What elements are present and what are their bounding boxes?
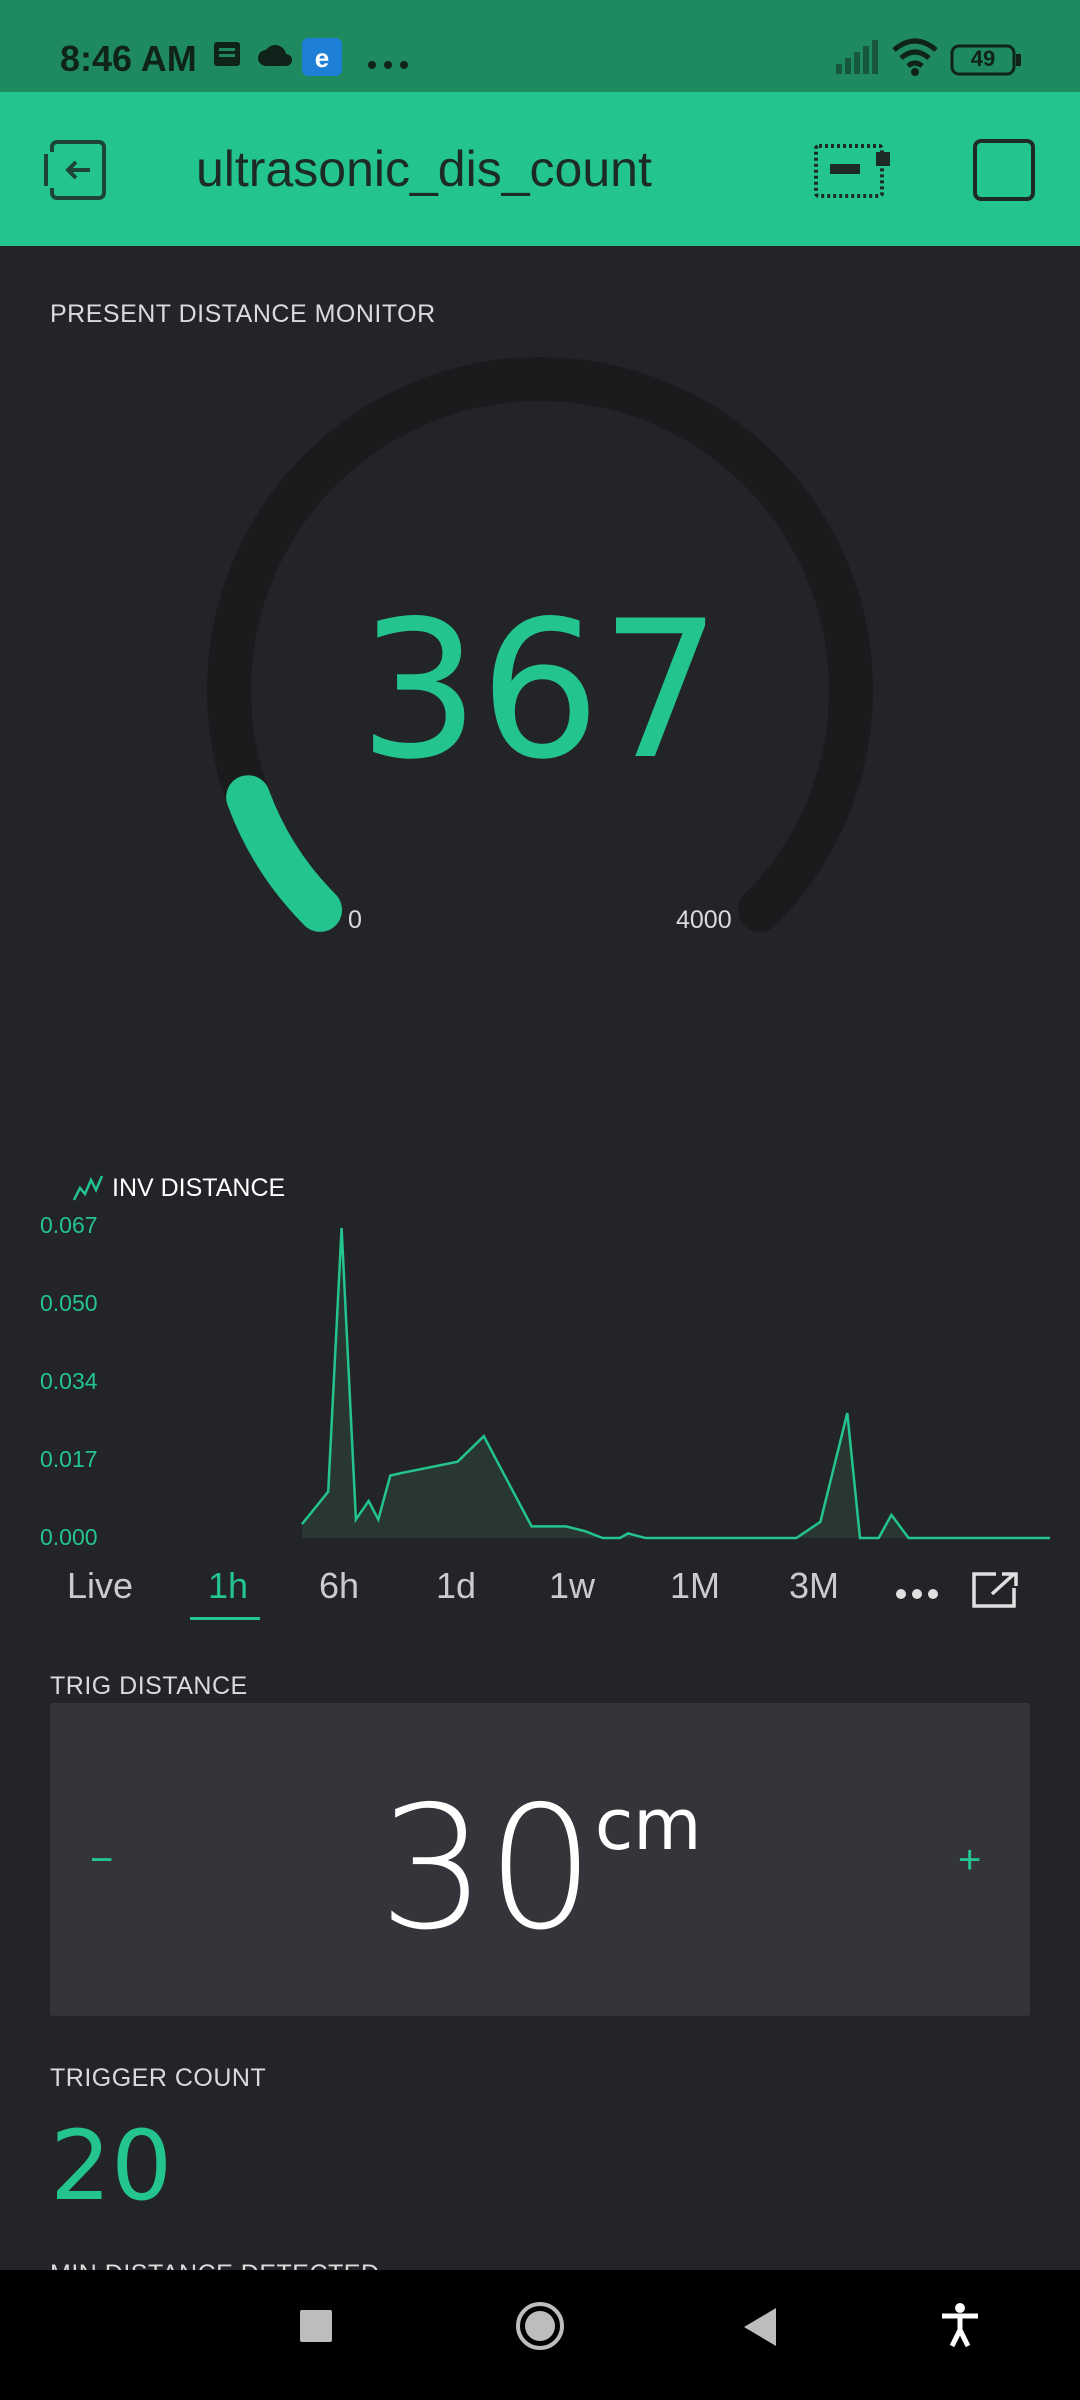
status-time: 8:46 AM: [60, 38, 197, 79]
expand-chart-icon[interactable]: [970, 1570, 1020, 1615]
tab-6h[interactable]: 6h: [319, 1565, 359, 1607]
gauge-max: 4000: [676, 906, 732, 934]
gauge-value: 367: [358, 580, 722, 801]
tab-1h-underline: [190, 1617, 260, 1620]
tab-live[interactable]: Live: [67, 1565, 133, 1607]
app-title: ultrasonic_dis_count: [196, 141, 652, 197]
accessibility-icon[interactable]: [938, 2302, 982, 2353]
stepper-value: 30: [378, 1770, 595, 1968]
inv-distance-chart[interactable]: [0, 1200, 1080, 1560]
more-ranges-icon[interactable]: [896, 1586, 938, 1604]
back-icon[interactable]: [740, 2306, 780, 2353]
more-dots-icon: [368, 56, 408, 74]
home-icon[interactable]: [514, 2300, 566, 2357]
chart-area: [302, 1228, 1050, 1538]
next-widget-clip: MIN DISTANCE DETECTED: [50, 2252, 380, 2270]
status-bar: 8:46 AM e 49: [0, 0, 1080, 92]
wifi-icon: [892, 38, 938, 81]
svg-text:e: e: [315, 43, 329, 73]
stepper-unit: cm: [594, 1784, 702, 1866]
chart-legend-label: INV DISTANCE: [112, 1174, 286, 1202]
edge-icon: e: [302, 38, 342, 81]
tab-1m[interactable]: 1M: [670, 1565, 720, 1607]
tab-1d[interactable]: 1d: [436, 1565, 476, 1607]
navigation-bar: [0, 2270, 1080, 2400]
signal-icon: [836, 40, 878, 79]
battery-level: 49: [970, 46, 996, 71]
gauge-label: PRESENT DISTANCE MONITOR: [50, 300, 436, 328]
device-icon[interactable]: [812, 140, 892, 205]
tab-3m[interactable]: 3M: [789, 1565, 839, 1607]
trigger-count-label: TRIGGER COUNT: [50, 2064, 267, 2092]
trigger-count-value: 20: [50, 2110, 173, 2222]
recents-icon[interactable]: [298, 2308, 334, 2349]
tab-1w[interactable]: 1w: [549, 1565, 595, 1607]
gauge-min: 0: [348, 906, 362, 934]
gauge-fill: [226, 775, 343, 932]
notes-icon: [212, 40, 242, 75]
cloud-icon: [257, 40, 293, 75]
stepper-display: 30cm: [0, 1770, 1080, 1968]
min-distance-label: MIN DISTANCE DETECTED: [50, 2260, 380, 2270]
stop-square-icon[interactable]: [972, 138, 1036, 207]
exit-icon[interactable]: [42, 138, 110, 207]
tab-1h[interactable]: 1h: [208, 1565, 248, 1607]
trig-distance-label: TRIG DISTANCE: [50, 1672, 248, 1700]
